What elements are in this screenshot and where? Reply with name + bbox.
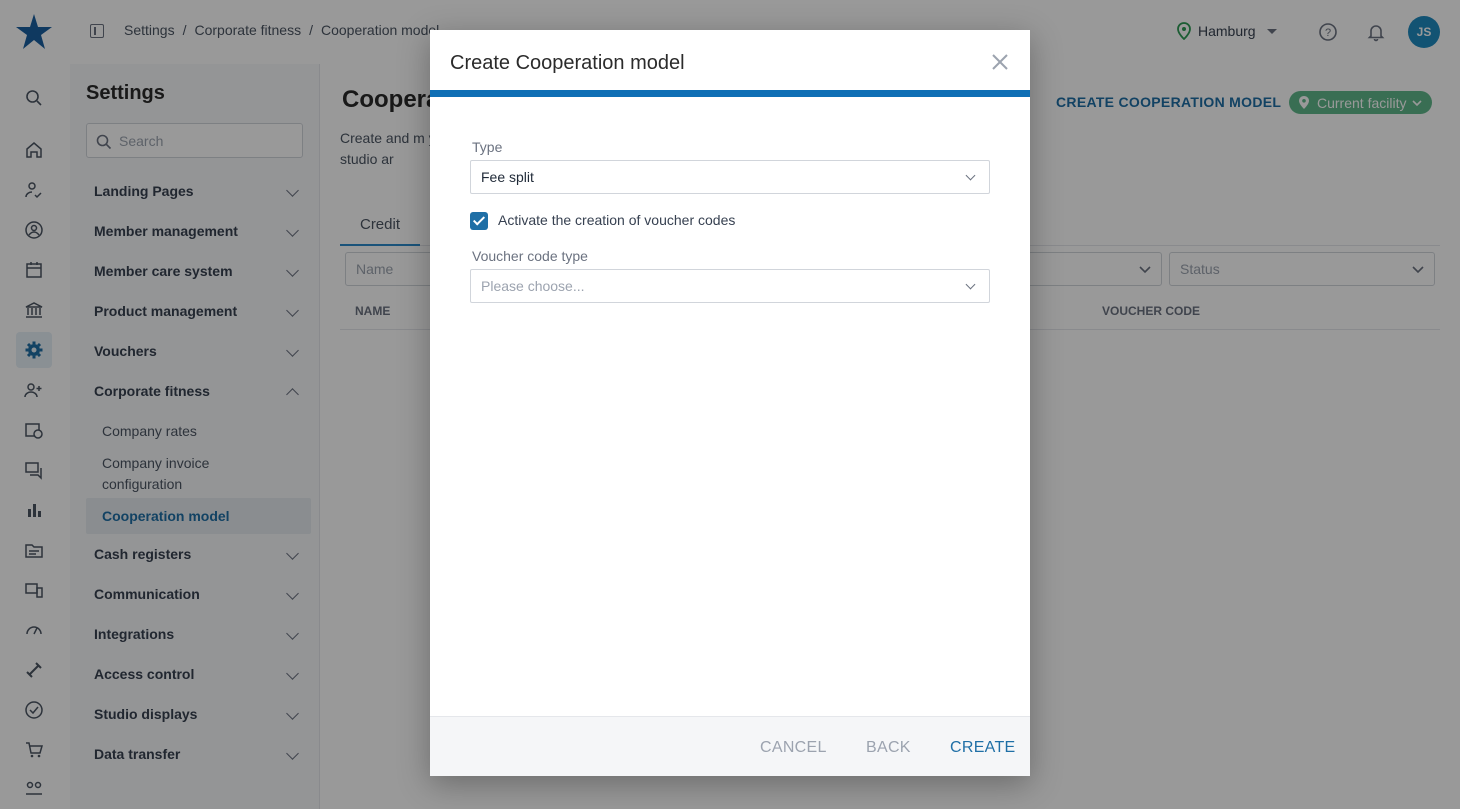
dialog-accent-bar [430, 90, 1030, 97]
create-button[interactable]: CREATE [950, 739, 1016, 757]
cancel-button[interactable]: CANCEL [760, 739, 827, 757]
dialog-footer: CANCEL BACK CREATE [430, 716, 1030, 776]
voucher-codes-checkbox[interactable] [470, 212, 488, 230]
back-button[interactable]: BACK [866, 739, 911, 757]
voucher-code-type-placeholder: Please choose... [481, 278, 585, 294]
type-label: Type [472, 139, 503, 155]
voucher-code-type-label: Voucher code type [472, 248, 588, 264]
chevron-down-icon [965, 170, 976, 181]
dialog-title: Create Cooperation model [450, 52, 685, 74]
create-cooperation-model-dialog: Create Cooperation model Type Fee split … [430, 30, 1030, 776]
chevron-down-icon [965, 279, 976, 290]
voucher-codes-checkbox-label[interactable]: Activate the creation of voucher codes [498, 212, 735, 228]
voucher-code-type-select[interactable]: Please choose... [470, 269, 990, 303]
type-select[interactable]: Fee split [470, 160, 990, 194]
type-select-value: Fee split [481, 169, 534, 185]
close-icon[interactable] [990, 52, 1010, 72]
